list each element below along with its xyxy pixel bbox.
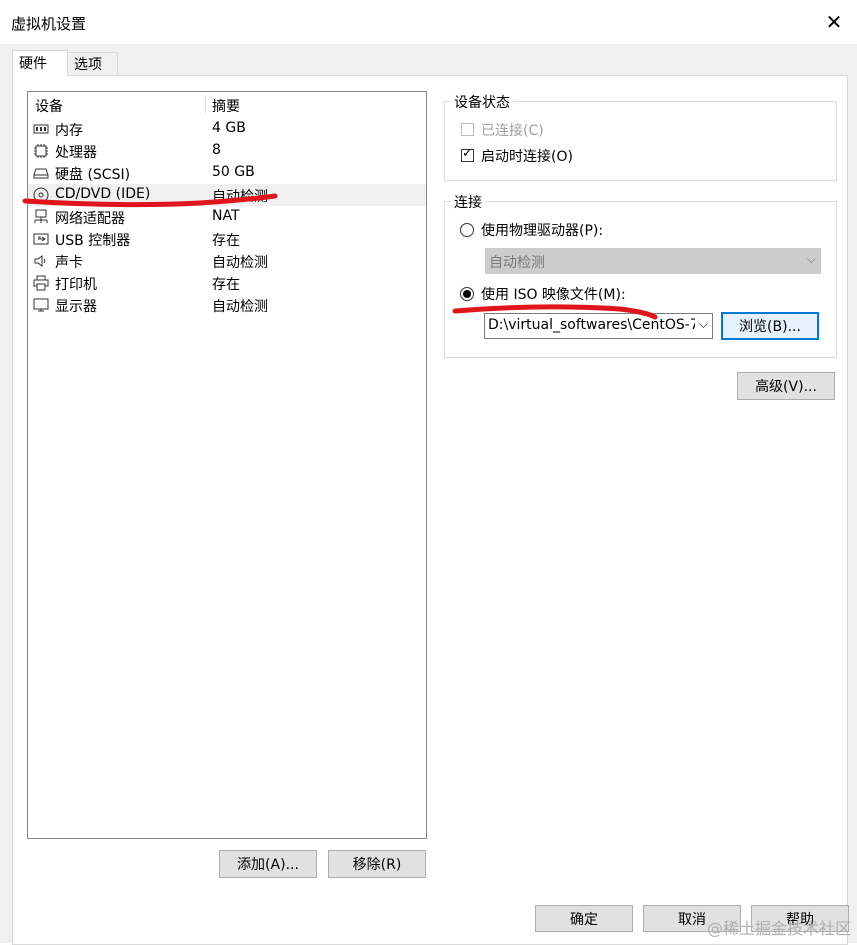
physical-drive-radio[interactable]	[460, 223, 474, 237]
list-header: 设备 摘要	[28, 92, 426, 116]
device-row-printer[interactable]: 打印机 存在	[28, 272, 426, 294]
add-device-button[interactable]: 添加(A)...	[219, 850, 317, 878]
browse-button[interactable]: 浏览(B)...	[721, 312, 819, 340]
device-name: 显示器	[55, 299, 97, 315]
device-summary: 50 GB	[212, 164, 255, 180]
connected-checkbox[interactable]	[461, 123, 474, 136]
tab-hardware[interactable]: 硬件	[12, 50, 68, 76]
radio-selected-dot	[463, 290, 471, 298]
device-name: 声卡	[55, 255, 83, 271]
processor-icon	[34, 144, 48, 158]
device-name: 打印机	[55, 277, 97, 293]
window-title: 虚拟机设置	[11, 15, 87, 33]
memory-icon	[33, 124, 49, 134]
hardware-panel: 设备 摘要 内存 4 GB 处理器 8 硬盘 (SCSI) 50 GB CD/D…	[12, 75, 848, 945]
device-row-network-adapter[interactable]: 网络适配器 NAT	[28, 206, 426, 228]
device-name: 内存	[55, 123, 83, 139]
iso-path-value: D:\virtual_softwares\CentOS-7	[488, 317, 699, 333]
iso-image-radio[interactable]	[460, 287, 474, 301]
column-divider[interactable]	[205, 94, 206, 114]
physical-drive-select[interactable]: 自动检测 ⌵	[485, 248, 821, 274]
device-summary: 存在	[212, 233, 240, 249]
connection-group: 连接 使用物理驱动器(P): 自动检测 ⌵ 使用 ISO 映像文件(M): D:…	[444, 192, 837, 358]
connect-on-power-on-label: 启动时连接(O)	[481, 149, 573, 165]
speaker-icon	[34, 255, 46, 267]
device-name: USB 控制器	[55, 233, 131, 249]
cd-dvd-icon	[33, 187, 49, 203]
connect-on-power-on-checkbox[interactable]: ✓	[461, 146, 474, 162]
device-name: CD/DVD (IDE)	[55, 186, 151, 202]
physical-drive-value: 自动检测	[489, 255, 545, 271]
connection-title: 连接	[451, 192, 485, 212]
iso-image-label: 使用 ISO 映像文件(M):	[481, 287, 626, 303]
device-row-hard-disk[interactable]: 硬盘 (SCSI) 50 GB	[28, 162, 426, 184]
checkmark-icon: ✓	[462, 146, 473, 161]
watermark: @稀土掘金技术社区	[706, 919, 851, 938]
title-bar: 虚拟机设置 ✕	[0, 0, 857, 44]
close-icon: ✕	[825, 10, 843, 34]
monitor-icon	[33, 298, 49, 312]
device-row-memory[interactable]: 内存 4 GB	[28, 118, 426, 140]
device-row-usb-controller[interactable]: USB 控制器 存在	[28, 228, 426, 250]
close-button[interactable]: ✕	[811, 0, 857, 44]
dialog-body: 硬件 选项 设备 摘要 内存 4 GB 处理器 8 硬盘 (SCSI) 50 G…	[0, 44, 857, 945]
device-summary: 4 GB	[212, 120, 246, 136]
hard-disk-icon	[33, 168, 49, 179]
chevron-down-icon: ⌵	[806, 252, 816, 266]
device-row-cd-dvd[interactable]: CD/DVD (IDE) 自动检测	[28, 184, 426, 206]
device-summary: 8	[212, 142, 221, 158]
connected-label: 已连接(C)	[481, 123, 544, 139]
printer-icon	[33, 275, 49, 291]
remove-device-button[interactable]: 移除(R)	[328, 850, 426, 878]
device-row-sound-card[interactable]: 声卡 自动检测	[28, 250, 426, 272]
device-list[interactable]: 设备 摘要 内存 4 GB 处理器 8 硬盘 (SCSI) 50 GB CD/D…	[27, 91, 427, 839]
device-name: 硬盘 (SCSI)	[55, 167, 131, 183]
advanced-button[interactable]: 高级(V)...	[737, 372, 835, 400]
tab-options[interactable]: 选项	[67, 52, 118, 76]
device-row-display[interactable]: 显示器 自动检测	[28, 294, 426, 316]
device-name: 处理器	[55, 145, 97, 161]
device-row-processor[interactable]: 处理器 8	[28, 140, 426, 162]
usb-icon	[33, 233, 49, 245]
ok-button[interactable]: 确定	[535, 905, 633, 932]
device-summary: 自动检测	[212, 255, 268, 271]
column-header-summary[interactable]: 摘要	[212, 96, 240, 116]
device-summary: 自动检测	[212, 189, 268, 205]
device-status-group: 设备状态 已连接(C) ✓ 启动时连接(O)	[444, 92, 837, 181]
chevron-down-icon: ⌵	[694, 317, 708, 332]
device-status-title: 设备状态	[451, 92, 513, 112]
physical-drive-label: 使用物理驱动器(P):	[481, 223, 604, 239]
device-summary: 存在	[212, 277, 240, 293]
network-adapter-icon	[34, 209, 48, 223]
device-summary: NAT	[212, 208, 240, 224]
iso-path-combobox[interactable]: D:\virtual_softwares\CentOS-7 ⌵	[484, 313, 713, 339]
device-name: 网络适配器	[55, 211, 125, 227]
device-summary: 自动检测	[212, 299, 268, 315]
column-header-device[interactable]: 设备	[35, 96, 63, 116]
